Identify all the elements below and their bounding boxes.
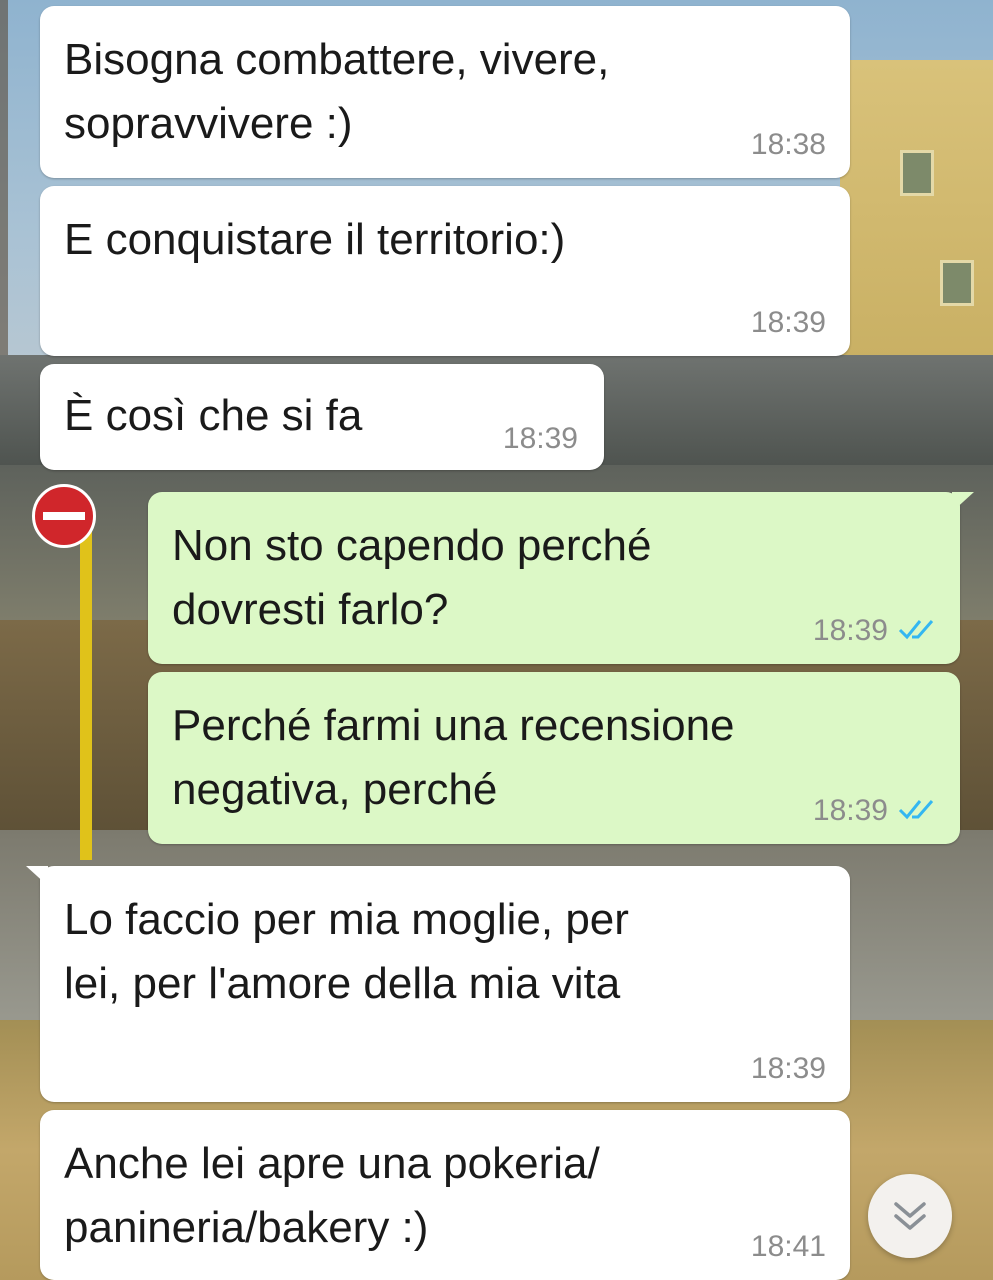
wallpaper-pole [80,520,92,860]
message-bubble-incoming[interactable]: È così che si fa 18:39 [40,364,604,470]
message-time: 18:39 [812,614,888,647]
message-text: Perché farmi una recensione negativa, pe… [172,701,735,814]
chevron-down-double-icon [894,1202,926,1230]
message-time: 18:39 [750,1052,826,1085]
message-bubble-incoming[interactable]: Anche lei apre una pokeria/ panineria/ba… [40,1110,850,1280]
scroll-to-bottom-button[interactable] [868,1174,952,1258]
message-time: 18:39 [812,794,888,827]
message-text: Non sto capendo perché dovresti farlo? [172,521,652,634]
message-time: 18:39 [502,422,578,455]
message-text: Anche lei apre una pokeria/ panineria/ba… [64,1139,600,1252]
message-bubble-incoming[interactable]: Bisogna combattere, vivere, sopravvivere… [40,6,850,178]
message-text: Lo faccio per mia moglie, per lei, per l… [64,895,629,1008]
message-time: 18:41 [750,1230,826,1263]
message-bubble-outgoing[interactable]: Non sto capendo perché dovresti farlo? 1… [148,492,974,664]
message-time: 18:38 [750,128,826,161]
double-check-icon [898,800,934,820]
double-check-icon [898,620,934,640]
message-text: È così che si fa [64,391,363,440]
message-bubble-outgoing[interactable]: Perché farmi una recensione negativa, pe… [148,672,960,844]
message-time: 18:39 [750,306,826,339]
message-text: Bisogna combattere, vivere, sopravvivere… [64,35,610,148]
message-text: E conquistare il territorio:) [64,215,566,264]
wallpaper-building [840,60,993,360]
no-entry-sign [32,484,96,548]
message-bubble-incoming[interactable]: Lo faccio per mia moglie, per lei, per l… [26,866,850,1102]
message-bubble-incoming[interactable]: E conquistare il territorio:) 18:39 [40,186,850,356]
